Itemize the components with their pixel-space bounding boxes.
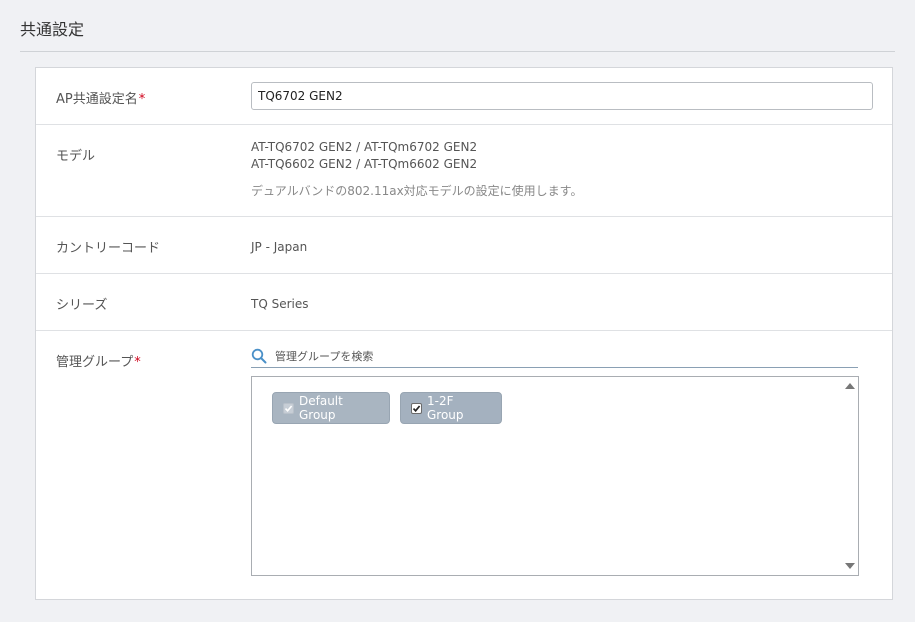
- row-name: AP共通設定名*: [36, 68, 892, 125]
- name-label-text: AP共通設定名: [56, 92, 138, 107]
- groups-label-text: 管理グループ: [56, 355, 134, 370]
- scroll-down-arrow-icon[interactable]: [845, 563, 855, 569]
- group-chip-label: 1-2F Group: [427, 394, 464, 422]
- check-icon: [412, 404, 421, 412]
- row-model: モデル AT-TQ6702 GEN2 / AT-TQm6702 GEN2 AT-…: [36, 125, 892, 217]
- model-description: デュアルバンドの802.11ax対応モデルの設定に使用します。: [251, 184, 583, 198]
- model-line-2: AT-TQ6602 GEN2 / AT-TQm6602 GEN2: [251, 157, 478, 171]
- search-icon: [251, 348, 267, 364]
- section-title: 共通設定: [20, 20, 85, 39]
- group-list[interactable]: Default Group 1-2F Group: [251, 376, 859, 576]
- model-label: モデル: [56, 149, 96, 164]
- title-divider: [20, 51, 895, 52]
- required-mark: *: [138, 92, 146, 107]
- model-value: AT-TQ6702 GEN2 / AT-TQm6702 GEN2 AT-TQ66…: [251, 139, 583, 200]
- scrollbar[interactable]: [842, 377, 858, 575]
- row-series: シリーズ TQ Series: [36, 274, 892, 331]
- group-search-input[interactable]: [275, 347, 845, 365]
- group-search: [251, 347, 858, 368]
- groups-label: 管理グループ*: [56, 351, 141, 370]
- checkbox-checked[interactable]: [411, 402, 422, 414]
- scroll-up-arrow-icon[interactable]: [845, 383, 855, 389]
- model-line-1: AT-TQ6702 GEN2 / AT-TQm6702 GEN2: [251, 140, 478, 154]
- series-label: シリーズ: [56, 298, 108, 313]
- settings-panel: AP共通設定名* モデル AT-TQ6702 GEN2 / AT-TQm6702…: [35, 67, 893, 600]
- series-value: TQ Series: [251, 297, 309, 311]
- required-mark: *: [134, 355, 141, 370]
- group-chip-label: Default Group: [299, 394, 343, 422]
- check-icon: [284, 404, 293, 412]
- country-value: JP - Japan: [251, 240, 308, 254]
- name-label: AP共通設定名*: [56, 88, 145, 107]
- group-chip-1-2f[interactable]: 1-2F Group: [400, 392, 502, 424]
- country-label: カントリーコード: [56, 241, 161, 256]
- row-country: カントリーコード JP - Japan: [36, 217, 892, 274]
- group-chip-default[interactable]: Default Group: [272, 392, 390, 424]
- name-input[interactable]: [251, 82, 873, 110]
- row-groups: 管理グループ* Default Group 1-2F Group: [36, 331, 892, 599]
- checkbox-disabled: [283, 402, 294, 414]
